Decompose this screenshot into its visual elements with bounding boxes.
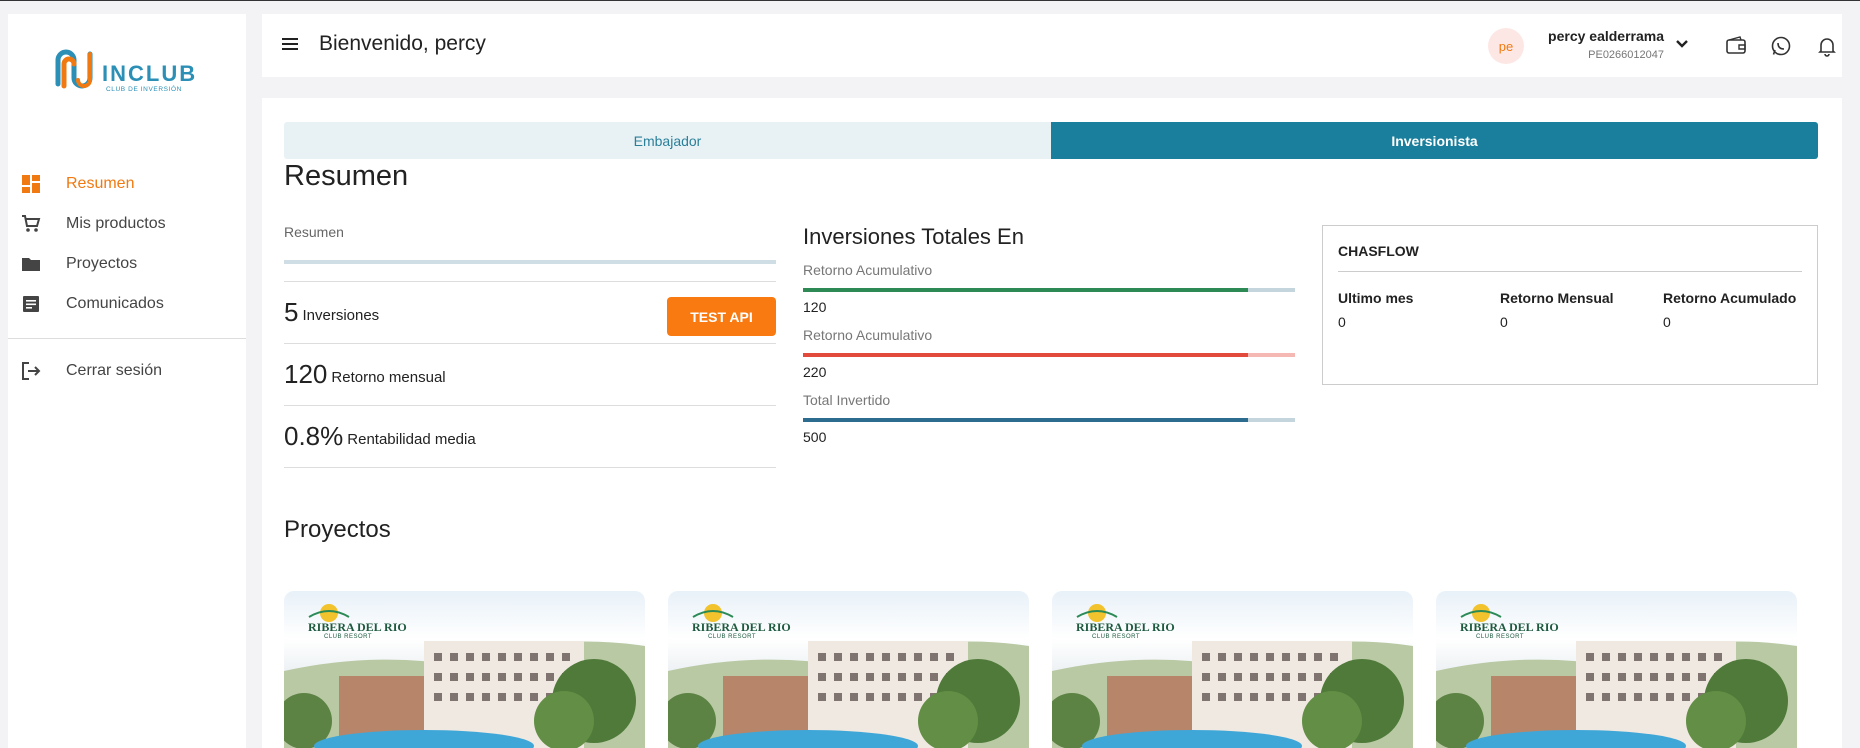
stat-label: Rentabilidad media [347,430,476,448]
metric-label: Retorno Acumulativo [803,262,933,278]
folder-icon [20,253,42,275]
project-brand: RIBERA DEL RIO [692,620,791,634]
document-icon [20,293,42,315]
sidebar-item-mis-productos[interactable]: Mis productos [8,204,246,244]
test-api-button[interactable]: TEST API [667,297,776,336]
inversiones-panel: Inversiones Totales En Retorno Acumulati… [803,224,1295,445]
resort-image [284,604,645,748]
stat-value: 120 [284,359,328,389]
welcome-title: Bienvenido, percy [319,32,486,55]
sidebar-divider [8,338,246,339]
inclub-logo[interactable]: INCLUB CLUB DE INVERSIÓN [50,44,210,104]
window-top-border [0,0,1860,1]
resort-image [1436,604,1797,748]
stat-row-inversiones: 5 Inversiones TEST API [284,282,776,344]
cashflow-label: Ultimo mes [1338,290,1414,306]
tab-inversionista[interactable]: Inversionista [1051,122,1818,159]
user-name: percy ealderrama [1548,28,1664,44]
cashflow-title: CHASFLOW [1338,243,1419,259]
project-card[interactable]: RIBERA DEL RIO CLUB RESORT [1436,591,1797,748]
stat-row-rentabilidad: 0.8% Rentabilidad media [284,406,776,468]
metric-label: Retorno Acumulativo [803,327,933,343]
top-header: Bienvenido, percy pe percy ealderrama PE… [262,14,1842,77]
user-code: PE0266012047 [1588,49,1664,61]
sidebar: INCLUB CLUB DE INVERSIÓN Resumen Mis pro… [8,14,246,748]
logo-word: INCLUB [102,61,198,86]
cashflow-divider [1338,271,1802,272]
metric-retorno-acumulativo-2: Retorno Acumulativo 220 [803,327,1295,380]
project-subtitle: CLUB RESORT [708,634,757,640]
sidebar-item-proyectos[interactable]: Proyectos [8,244,246,284]
metric-value: 500 [803,429,827,445]
metric-progress-bar [803,418,1295,422]
resumen-section-label: Resumen [284,224,344,240]
cashflow-label: Retorno Mensual [1500,290,1614,306]
resort-image [668,604,1029,748]
metric-progress-bar [803,353,1295,357]
cashflow-card: CHASFLOW Ultimo mes 0 Retorno Mensual 0 … [1322,225,1818,385]
bell-icon[interactable] [1816,35,1838,57]
logout-label: Cerrar sesión [66,362,163,379]
metric-progress-bar [803,288,1295,292]
logo-subtitle: CLUB DE INVERSIÓN [106,86,182,93]
project-subtitle: CLUB RESORT [1476,634,1525,640]
cashflow-column-retorno-mensual: Retorno Mensual 0 [1500,290,1614,330]
resumen-progress-bar [284,260,776,264]
stat-row-retorno-mensual: 120 Retorno mensual [284,344,776,406]
logout-icon [20,360,42,382]
logo-mark-icon [55,49,93,89]
proyectos-title: Proyectos [284,516,391,543]
resort-image [1052,604,1413,748]
stat-label: Retorno mensual [331,368,446,386]
metric-value: 220 [803,364,827,380]
cashflow-value: 0 [1500,314,1508,330]
stat-label: Inversiones [302,306,380,324]
metric-value: 120 [803,299,827,315]
cashflow-column-ultimo-mes: Ultimo mes 0 [1338,290,1413,330]
menu-icon[interactable] [282,38,298,52]
sidebar-item-label: Proyectos [66,255,138,272]
stat-value: 5 [284,297,299,327]
cashflow-value: 0 [1338,314,1346,330]
main-panel: Embajador Inversionista Resumen Resumen … [262,98,1842,748]
metric-total-invertido: Total Invertido 500 [803,392,1295,445]
role-tabs: Embajador Inversionista [284,122,1818,159]
metric-label: Total Invertido [803,392,891,408]
sidebar-item-label: Comunicados [66,295,164,312]
project-brand: RIBERA DEL RIO [1460,620,1559,634]
chevron-down-icon[interactable] [1674,36,1690,52]
sidebar-item-resumen[interactable]: Resumen [8,164,246,204]
sidebar-item-label: Mis productos [66,215,166,232]
dashboard-icon [20,173,42,195]
sidebar-item-comunicados[interactable]: Comunicados [8,284,246,324]
project-card[interactable]: RIBERA DEL RIO CLUB RESORT [284,591,645,748]
project-list: RIBERA DEL RIO CLUB RESORT RIBERA DEL RI… [284,591,1797,748]
project-brand: RIBERA DEL RIO [308,620,407,634]
sidebar-nav: Resumen Mis productos Proyectos Comunica… [8,164,246,391]
inversiones-title: Inversiones Totales En [803,224,1024,249]
resumen-panel: Resumen 5 Inversiones TEST API 120 Retor… [284,224,776,468]
cashflow-label: Retorno Acumulado [1663,290,1797,306]
cart-icon [20,213,42,235]
cashflow-value: 0 [1663,314,1671,330]
logout-button[interactable]: Cerrar sesión [8,351,246,391]
tab-embajador[interactable]: Embajador [284,122,1051,159]
avatar[interactable]: pe [1488,28,1524,64]
project-subtitle: CLUB RESORT [1092,634,1141,640]
stat-value: 0.8% [284,421,344,451]
project-brand: RIBERA DEL RIO [1076,620,1175,634]
project-card[interactable]: RIBERA DEL RIO CLUB RESORT [668,591,1029,748]
project-subtitle: CLUB RESORT [324,634,373,640]
sidebar-item-label: Resumen [66,175,135,192]
project-card[interactable]: RIBERA DEL RIO CLUB RESORT [1052,591,1413,748]
page-title: Resumen [284,160,409,192]
wallet-icon[interactable] [1725,35,1747,57]
cashflow-column-retorno-acumulado: Retorno Acumulado 0 [1663,290,1796,330]
whatsapp-icon[interactable] [1770,35,1792,57]
metric-retorno-acumulativo-1: Retorno Acumulativo 120 [803,262,1295,315]
